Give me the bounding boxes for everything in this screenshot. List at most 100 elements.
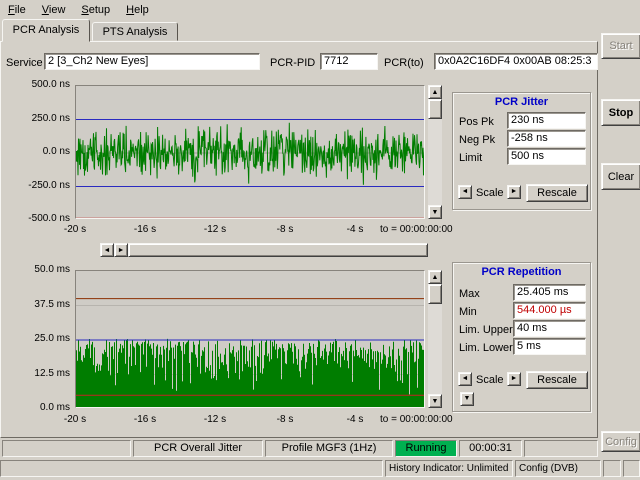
jitter-scale-left-button[interactable]: ◄ [458,185,472,199]
repetition-scale-label: Scale [476,374,504,386]
repetition-ytick: 25.0 ms [28,333,70,344]
footer-history-indicator: History Indicator: Unlimited [385,460,513,477]
jitter-xtick: -4 s [335,224,375,235]
limit-field[interactable]: 500 ns [507,148,586,165]
up-arrow-icon: ▲ [432,89,439,96]
pcr-to-field: 0x0A2C16DF4 0x00AB 08:25:3 [434,53,598,70]
repetition-ytick: 37.5 ms [28,299,70,310]
footer-cell-empty [623,460,640,477]
pcr-jitter-panel-title: PCR Jitter [452,96,591,108]
jitter-xtick: -20 s [55,224,95,235]
min-label: Min [459,306,477,318]
jitter-ytick: -500.0 ns [28,213,70,224]
right-arrow-icon: ► [118,247,125,254]
menu-bar: FileViewSetupHelp [0,0,640,19]
clear-button[interactable]: Clear [601,163,640,190]
right-arrow-icon: ► [511,188,518,195]
pcr-repetition-panel-title: PCR Repetition [452,266,591,278]
jitter-ytick: 0.0 ns [28,146,70,157]
scroll-left-button[interactable]: ◄ [100,243,114,257]
footer-config-mode: Config (DVB) [515,460,601,477]
scrollbar-thumb[interactable] [428,284,442,304]
service-label: Service [6,57,43,69]
neg-pk-label: Neg Pk [459,134,495,146]
pcr-pid-label: PCR-PID [270,57,315,69]
footer-cell-empty [0,460,383,477]
pos-pk-label: Pos Pk [459,116,494,128]
up-arrow-icon: ▲ [432,274,439,281]
start-button[interactable]: Start [601,33,640,59]
max-field: 25.405 ms [513,284,586,301]
jitter-ytick: 500.0 ns [28,79,70,90]
min-field: 544.000 µs [513,302,586,319]
pcr-jitter-chart [75,85,425,219]
scroll-down-button[interactable]: ▼ [428,394,442,408]
jitter-ytick: -250.0 ns [28,180,70,191]
jitter-ytick: 250.0 ns [28,113,70,124]
config-button[interactable]: Config [601,431,640,452]
limit-label: Limit [459,152,482,164]
repetition-ytick: 50.0 ms [28,264,70,275]
down-arrow-icon: ▼ [432,398,439,405]
menu-file[interactable]: File [0,1,34,18]
menu-setup[interactable]: Setup [73,1,118,18]
pcr-pid-field: 7712 [320,53,378,70]
status-mode: PCR Overall Jitter [133,440,263,457]
repetition-ytick: 12.5 ms [28,368,70,379]
pcr-repetition-chart [75,270,425,408]
neg-pk-field: -258 ns [507,130,586,147]
jitter-xtick: -16 s [125,224,165,235]
scroll-right-button[interactable]: ► [114,243,128,257]
status-cell-empty [2,440,131,457]
menu-view[interactable]: View [34,1,74,18]
repetition-xtick: -12 s [195,414,235,425]
left-arrow-icon: ◄ [462,188,469,195]
repetition-ytick: 0.0 ms [28,402,70,413]
max-label: Max [459,288,480,300]
repetition-scale-right-button[interactable]: ► [507,372,521,386]
service-value-field[interactable]: 2 [3_Ch2 New Eyes] [44,53,260,70]
scrollbar-thumb[interactable] [428,99,442,119]
status-cell-empty [524,440,598,457]
repetition-xtick: -4 s [335,414,375,425]
scroll-down-button[interactable]: ▼ [428,205,442,219]
tab-pts-analysis[interactable]: PTS Analysis [92,22,178,41]
pos-pk-field: 230 ns [507,112,586,129]
repetition-vertical-scrollbar[interactable]: ▲ ▼ [428,270,442,408]
tab-pcr-analysis[interactable]: PCR Analysis [2,19,90,42]
lim-upper-field[interactable]: 40 ms [513,320,586,337]
jitter-scale-right-button[interactable]: ► [507,185,521,199]
scroll-up-button[interactable]: ▲ [428,85,442,99]
stop-button[interactable]: Stop [601,99,640,126]
down-arrow-icon: ▼ [432,209,439,216]
menu-help[interactable]: Help [118,1,157,18]
repetition-xtick: -16 s [125,414,165,425]
status-state-badge: Running [395,440,457,457]
repetition-scale-left-button[interactable]: ◄ [458,372,472,386]
scroll-up-button[interactable]: ▲ [428,270,442,284]
jitter-xtick: -8 s [265,224,305,235]
footer-cell-empty [603,460,621,477]
jitter-time-reference: to = 00:00:00:00 [380,224,453,235]
lim-lower-field[interactable]: 5 ms [513,338,586,355]
jitter-scale-label: Scale [476,187,504,199]
scrollbar-thumb[interactable] [128,243,428,257]
left-arrow-icon: ◄ [104,247,111,254]
app-window: FileViewSetupHelp PCR Analysis PTS Analy… [0,0,640,480]
lim-upper-label: Lim. Upper [459,324,513,336]
repetition-rescale-button[interactable]: Rescale [526,371,588,389]
repetition-xtick: -20 s [55,414,95,425]
left-arrow-icon: ◄ [462,375,469,382]
pcr-to-label: PCR(to) [384,57,424,69]
repetition-scale-down-button[interactable]: ▼ [460,392,474,406]
jitter-rescale-button[interactable]: Rescale [526,184,588,202]
jitter-xtick: -12 s [195,224,235,235]
jitter-horizontal-scrollbar[interactable]: ◄ ► [100,243,428,257]
right-arrow-icon: ► [511,375,518,382]
jitter-vertical-scrollbar[interactable]: ▲ ▼ [428,85,442,219]
repetition-time-reference: to = 00:00:00:00 [380,414,453,425]
down-arrow-icon: ▼ [464,395,471,402]
repetition-xtick: -8 s [265,414,305,425]
status-elapsed-time: 00:00:31 [459,440,522,457]
status-profile: Profile MGF3 (1Hz) [265,440,393,457]
